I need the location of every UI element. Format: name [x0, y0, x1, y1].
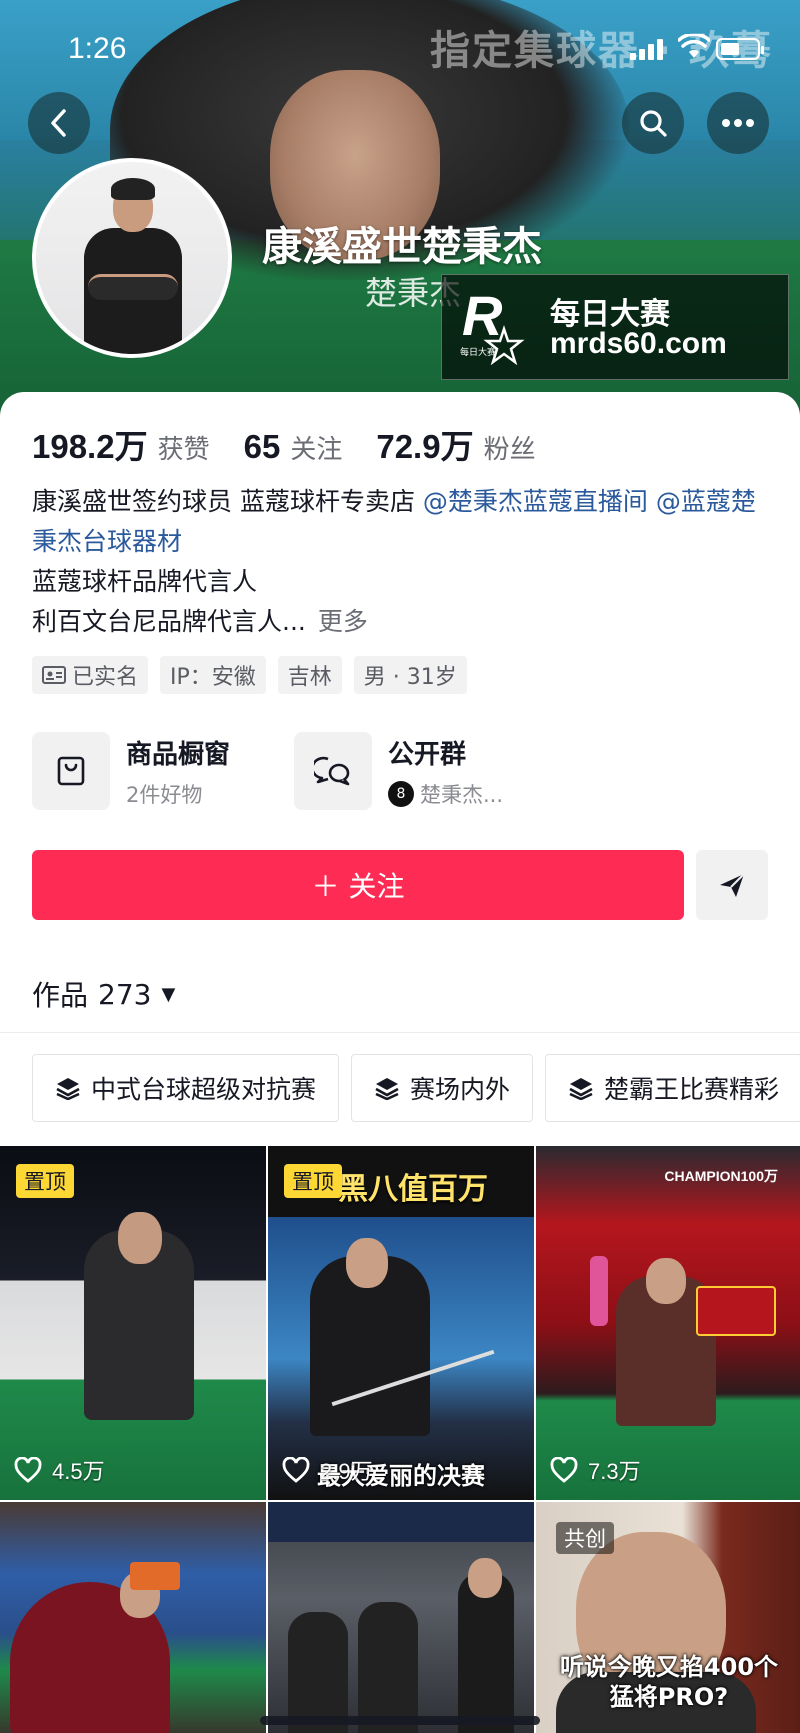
like-count-value: 7.3万 [588, 1459, 641, 1484]
like-count-value: 2.9万 [320, 1459, 373, 1484]
profile-tags: 已实名 IP：安徽 吉林 男 · 31岁 [32, 656, 467, 694]
pinned-badge: 置顶 [284, 1164, 342, 1198]
status-time: 1:26 [68, 32, 127, 65]
stat-label: 获赞 [157, 435, 210, 465]
stat-value: 72.9万 [376, 428, 474, 465]
tag-label: 男 · 31岁 [363, 665, 457, 690]
watermark-url: mrds60.com [550, 327, 727, 360]
tag-label: IP：安徽 [170, 665, 256, 690]
home-indicator[interactable] [260, 1716, 540, 1725]
bio-more-link[interactable]: 更多 [318, 607, 368, 636]
collection-chip[interactable]: 楚霸王比赛精彩 [545, 1054, 800, 1122]
stat-label: 粉丝 [483, 435, 536, 465]
signal-icon [630, 38, 666, 60]
chip-label: 楚霸王比赛精彩 [604, 1075, 780, 1104]
eight-ball-icon: 8 [388, 780, 414, 807]
battery-icon [716, 38, 764, 60]
video-tile[interactable]: 共创 听说今晚又掐400个 猛将PRO? [536, 1502, 800, 1733]
video-tile[interactable] [268, 1502, 534, 1733]
chat-bubbles-icon [314, 756, 350, 786]
video-tile[interactable]: CHAMPION100万 7.3万 [536, 1146, 800, 1500]
stat-label: 关注 [290, 435, 343, 465]
profile-bio: 康溪盛世签约球员 蓝蔻球杆专卖店 @楚秉杰蓝蔻直播间 @蓝蔻楚秉杰台球器材 蓝蔻… [32, 482, 772, 642]
shortcut-subtitle: 2件好物 [126, 782, 203, 807]
stack-icon [569, 1078, 593, 1100]
shop-window-shortcut[interactable]: 商品橱窗 2件好物 [32, 732, 230, 810]
like-count-value: 4.5万 [52, 1459, 105, 1484]
heart-icon [14, 1457, 42, 1483]
video-tile[interactable] [0, 1502, 266, 1733]
video-banner-text: CHAMPION100万 [664, 1168, 778, 1184]
heart-icon [550, 1457, 578, 1483]
shopping-bag-icon [57, 756, 85, 786]
stack-icon [375, 1078, 399, 1100]
profile-display-name: 康溪盛世楚秉杰 [262, 224, 542, 270]
svg-text:每日大赛: 每日大赛 [460, 346, 496, 358]
back-button[interactable] [28, 92, 90, 154]
video-grid: 置顶 4.5万 黑八值百万 置顶 最大爱丽的决赛 2.9万 CHAMPION10… [0, 1146, 800, 1733]
more-button[interactable] [707, 92, 769, 154]
followers-stat[interactable]: 72.9万 粉丝 [376, 420, 535, 468]
tag-label: 吉林 [287, 665, 332, 690]
tag-gender-age: 男 · 31岁 [353, 656, 467, 694]
chip-label: 中式台球超级对抗赛 [91, 1075, 317, 1104]
like-count: 7.3万 [550, 1454, 641, 1486]
collection-chip[interactable]: 赛场内外 [351, 1054, 534, 1122]
search-icon [640, 110, 667, 137]
profile-avatar[interactable] [32, 158, 232, 358]
tag-location: 吉林 [277, 656, 342, 694]
video-tile[interactable]: 置顶 4.5万 [0, 1146, 266, 1500]
video-tile[interactable]: 黑八值百万 置顶 最大爱丽的决赛 2.9万 [268, 1146, 534, 1500]
share-button[interactable] [696, 850, 768, 920]
caret-down-icon: ▼ [161, 983, 176, 1005]
video-overlay-title: 黑八值百万 [338, 1172, 488, 1207]
shortcut-subtitle: 楚秉杰... [420, 782, 504, 807]
video-caption: 听说今晚又掐400个 猛将PRO? [559, 1653, 779, 1711]
more-dots-icon [722, 119, 754, 127]
bio-mention-live-room[interactable]: @楚秉杰蓝蔻直播间 [423, 487, 648, 516]
pinned-badge: 置顶 [16, 1164, 74, 1198]
profile-stats: 198.2万 获赞 65 关注 72.9万 粉丝 [32, 420, 570, 468]
collection-chips: 中式台球超级对抗赛 赛场内外 楚霸王比赛精彩 [32, 1054, 800, 1122]
stack-icon [56, 1078, 80, 1100]
tag-ip: IP：安徽 [160, 656, 266, 694]
shortcut-title: 公开群 [388, 739, 467, 770]
watermark-logo: R 每日大赛 [460, 287, 525, 366]
works-label: 作品 [32, 979, 89, 1012]
bio-line-3: 蓝蔻球杆品牌代言人 [32, 567, 258, 596]
bio-line-1: 康溪盛世签约球员 蓝蔻球杆专卖店 [32, 487, 415, 516]
shortcut-title: 商品橱窗 [126, 739, 231, 770]
tag-verified: 已实名 [32, 656, 149, 694]
co-create-badge: 共创 [556, 1522, 614, 1554]
tag-label: 已实名 [72, 665, 139, 690]
svg-text:R: R [462, 287, 503, 347]
site-watermark: R 每日大赛 每日大赛 mrds60.com [441, 274, 789, 380]
status-bar: 1:26 [0, 24, 800, 74]
chevron-left-icon [51, 109, 66, 137]
heart-icon [282, 1457, 310, 1483]
like-count: 4.5万 [14, 1454, 105, 1486]
chip-label: 赛场内外 [410, 1075, 511, 1104]
follow-button[interactable]: ＋ 关注 [32, 850, 684, 920]
like-count: 2.9万 [282, 1454, 373, 1486]
paper-plane-icon [720, 873, 745, 897]
divider [0, 1032, 800, 1033]
stat-value: 65 [243, 428, 281, 465]
likes-stat[interactable]: 198.2万 获赞 [32, 420, 210, 468]
stat-value: 198.2万 [32, 428, 148, 465]
works-count: 273 [98, 977, 152, 1011]
works-tab[interactable]: 作品 273 ▼ [32, 974, 175, 1014]
id-card-icon [42, 666, 66, 684]
bio-line-4: 利百文台尼品牌代言人... [32, 607, 306, 636]
profile-card: 198.2万 获赞 65 关注 72.9万 粉丝 康溪盛世签约球员 蓝蔻球杆专卖… [0, 392, 800, 1733]
wifi-icon [678, 34, 710, 58]
collection-chip[interactable]: 中式台球超级对抗赛 [32, 1054, 340, 1122]
following-stat[interactable]: 65 关注 [244, 428, 343, 466]
search-button[interactable] [622, 92, 684, 154]
public-group-shortcut[interactable]: 公开群 8 楚秉杰... [294, 732, 503, 810]
